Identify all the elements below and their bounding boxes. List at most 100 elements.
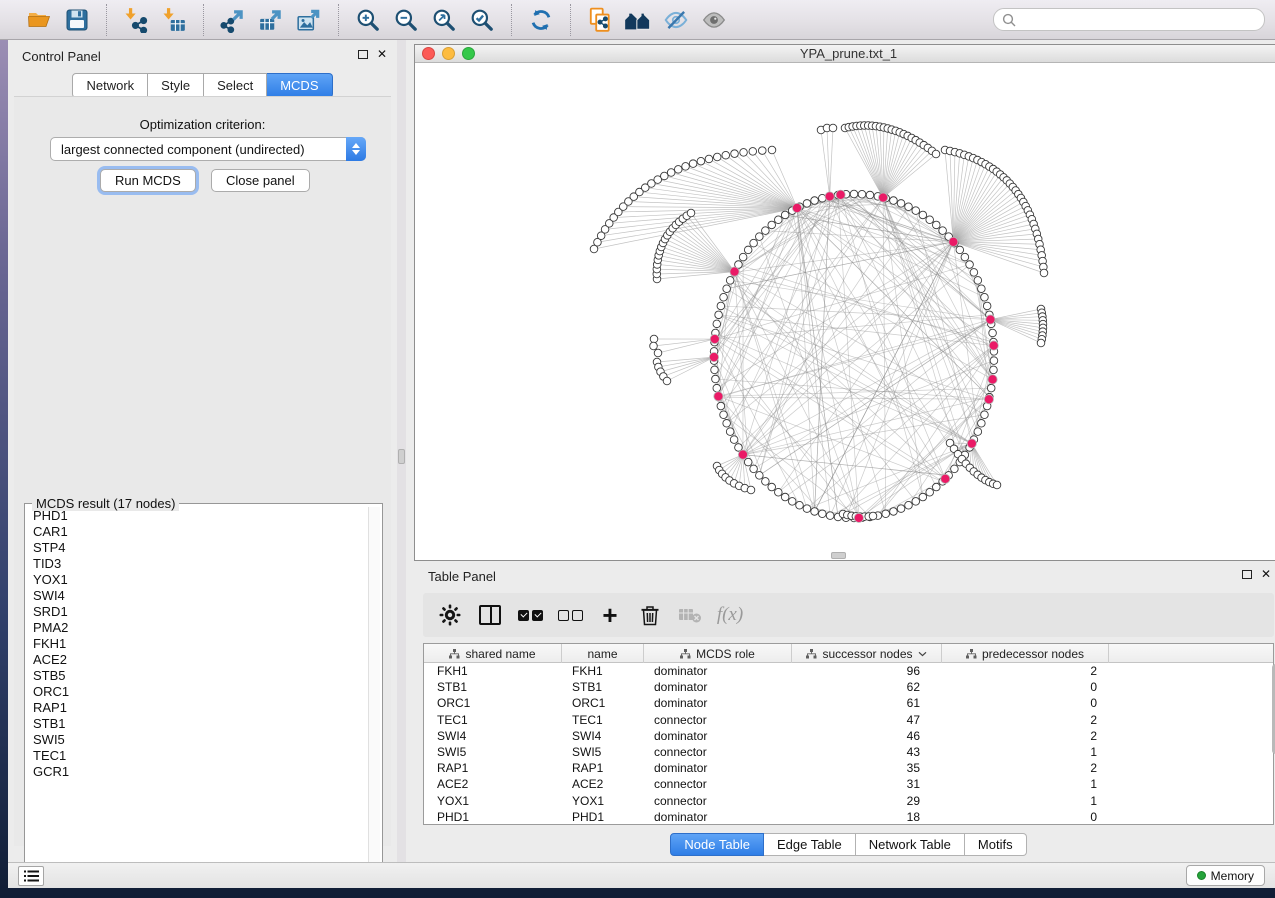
table-panel-close-icon[interactable]: ✕ xyxy=(1261,569,1271,579)
table-cell[interactable]: FKH1 xyxy=(562,664,644,678)
network-node[interactable] xyxy=(775,216,783,224)
network-node[interactable] xyxy=(788,498,796,506)
table-cell[interactable]: dominator xyxy=(644,664,792,678)
mcds-hub-node[interactable] xyxy=(989,341,998,350)
network-node[interactable] xyxy=(712,375,720,383)
table-cell[interactable]: 2 xyxy=(942,664,1109,678)
optimization-criterion-select[interactable]: largest connected component (undirected) xyxy=(50,137,366,161)
network-node[interactable] xyxy=(890,508,898,516)
mcds-node-item[interactable]: TID3 xyxy=(26,556,366,572)
network-node[interactable] xyxy=(781,493,789,501)
mcds-node-item[interactable]: ACE2 xyxy=(26,652,366,668)
gear-icon[interactable] xyxy=(437,602,463,628)
network-node[interactable] xyxy=(926,216,934,224)
open-folder-icon[interactable] xyxy=(20,5,58,35)
network-node[interactable] xyxy=(926,488,934,496)
mcds-hub-node[interactable] xyxy=(984,395,993,404)
network-leaf-node[interactable] xyxy=(705,155,713,163)
network-leaf-node[interactable] xyxy=(667,169,675,177)
task-history-button[interactable] xyxy=(18,866,44,886)
deselect-all-checkboxes-icon[interactable] xyxy=(557,602,583,628)
mcds-hub-node[interactable] xyxy=(730,267,739,276)
column-header-MCDS-role[interactable]: MCDS role xyxy=(644,644,792,663)
network-node[interactable] xyxy=(966,261,974,269)
network-node[interactable] xyxy=(796,501,804,509)
first-neighbors-icon[interactable] xyxy=(619,5,657,35)
table-cell[interactable]: RAP1 xyxy=(424,761,562,775)
save-icon[interactable] xyxy=(58,5,96,35)
network-node[interactable] xyxy=(990,366,998,374)
mcds-node-item[interactable]: PMA2 xyxy=(26,620,366,636)
table-cell[interactable]: 46 xyxy=(792,729,942,743)
network-node[interactable] xyxy=(866,191,874,199)
network-leaf-node[interactable] xyxy=(663,377,671,385)
network-node[interactable] xyxy=(989,329,997,337)
mcds-node-item[interactable]: PHD1 xyxy=(26,508,366,524)
network-leaf-node[interactable] xyxy=(722,151,730,159)
network-node[interactable] xyxy=(775,488,783,496)
network-node[interactable] xyxy=(803,200,811,208)
mcds-node-item[interactable]: ORC1 xyxy=(26,684,366,700)
network-node[interactable] xyxy=(912,498,920,506)
network-node[interactable] xyxy=(768,221,776,229)
column-header-successor-nodes[interactable]: successor nodes xyxy=(792,644,942,663)
close-panel-button[interactable]: Close panel xyxy=(211,169,310,192)
mcds-hub-node[interactable] xyxy=(792,203,801,212)
export-table-icon[interactable] xyxy=(252,5,290,35)
network-node[interactable] xyxy=(983,302,991,310)
mcds-node-item[interactable]: STP4 xyxy=(26,540,366,556)
network-node[interactable] xyxy=(717,302,725,310)
network-node[interactable] xyxy=(730,436,738,444)
tab-style[interactable]: Style xyxy=(148,73,204,98)
table-cell[interactable]: SWI4 xyxy=(424,729,562,743)
run-mcds-button[interactable]: Run MCDS xyxy=(100,169,196,192)
delete-column-icon[interactable] xyxy=(637,602,663,628)
table-cell[interactable]: STB1 xyxy=(562,680,644,694)
network-node[interactable] xyxy=(890,197,898,205)
network-node[interactable] xyxy=(932,483,940,491)
mcds-hub-node[interactable] xyxy=(854,513,863,522)
table-cell[interactable]: dominator xyxy=(644,680,792,694)
network-node[interactable] xyxy=(897,505,905,513)
network-node[interactable] xyxy=(803,505,811,513)
network-leaf-node[interactable] xyxy=(654,349,662,357)
network-node[interactable] xyxy=(756,233,764,241)
columns-layout-icon[interactable] xyxy=(477,602,503,628)
table-cell[interactable]: dominator xyxy=(644,729,792,743)
import-table-icon[interactable] xyxy=(155,5,193,35)
mcds-node-item[interactable]: FKH1 xyxy=(26,636,366,652)
tab-select[interactable]: Select xyxy=(204,73,267,98)
mcds-hub-node[interactable] xyxy=(710,334,719,343)
network-node[interactable] xyxy=(726,428,734,436)
table-cell[interactable]: 47 xyxy=(792,713,942,727)
table-cell[interactable]: 2 xyxy=(942,729,1109,743)
table-cell[interactable]: TEC1 xyxy=(424,713,562,727)
mcds-node-item[interactable]: TEC1 xyxy=(26,748,366,764)
network-node[interactable] xyxy=(919,493,927,501)
table-row[interactable]: ACE2ACE2connector311 xyxy=(424,776,1273,792)
add-column-icon[interactable]: + xyxy=(597,602,623,628)
mcds-node-item[interactable]: STB5 xyxy=(26,668,366,684)
mcds-node-item[interactable]: GCR1 xyxy=(26,764,366,780)
network-node[interactable] xyxy=(723,285,731,293)
mcds-hub-node[interactable] xyxy=(714,392,723,401)
network-node[interactable] xyxy=(990,357,998,365)
mcds-node-item[interactable]: SWI5 xyxy=(26,732,366,748)
vertical-splitter-handle[interactable] xyxy=(398,449,405,464)
table-cell[interactable]: SWI5 xyxy=(424,745,562,759)
table-cell[interactable]: 18 xyxy=(792,810,942,824)
network-leaf-node[interactable] xyxy=(1037,339,1045,347)
horizontal-splitter-handle[interactable] xyxy=(831,552,846,559)
network-leaf-node[interactable] xyxy=(747,486,755,494)
network-leaf-node[interactable] xyxy=(713,153,721,161)
network-leaf-node[interactable] xyxy=(687,209,695,217)
table-cell[interactable]: ACE2 xyxy=(424,777,562,791)
network-node[interactable] xyxy=(762,478,770,486)
table-cell[interactable]: 29 xyxy=(792,794,942,808)
network-node[interactable] xyxy=(961,253,969,261)
network-leaf-node[interactable] xyxy=(829,124,837,132)
network-node[interactable] xyxy=(723,419,731,427)
tab-mcds[interactable]: MCDS xyxy=(267,73,332,98)
table-cell[interactable]: YOX1 xyxy=(424,794,562,808)
control-panel-close-icon[interactable]: ✕ xyxy=(377,49,387,59)
